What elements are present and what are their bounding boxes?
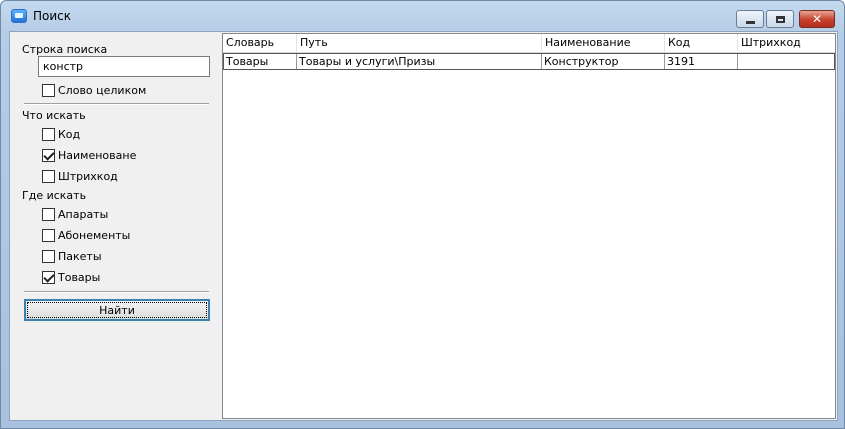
packages-label: Пакеты	[58, 249, 102, 263]
column-header-name[interactable]: Наименование	[542, 34, 665, 52]
barcode-checkbox[interactable]	[42, 169, 55, 183]
search-panel: Строка поиска Слово целиком Что искать К…	[10, 32, 220, 420]
whole-word-label: Слово целиком	[58, 83, 147, 97]
minimize-icon	[745, 20, 755, 24]
column-header-path[interactable]: Путь	[297, 34, 542, 52]
close-button[interactable]: ✕	[799, 10, 835, 28]
divider	[24, 291, 209, 293]
goods-label: Товары	[58, 270, 101, 284]
where-option-devices[interactable]: Апараты	[42, 206, 108, 222]
whole-word-checkbox[interactable]	[42, 83, 55, 97]
devices-checkbox[interactable]	[42, 207, 55, 221]
column-header-code[interactable]: Код	[665, 34, 738, 52]
search-input[interactable]	[38, 56, 210, 77]
devices-label: Апараты	[58, 207, 109, 221]
code-label: Код	[58, 127, 81, 141]
column-header-barcode[interactable]: Штрихкод	[738, 34, 835, 52]
cell-code: 3191	[665, 54, 738, 69]
goods-checkbox[interactable]	[42, 270, 55, 284]
what-option-barcode[interactable]: Штрихкод	[42, 168, 118, 184]
find-button[interactable]: Найти	[24, 299, 210, 321]
name-checkbox[interactable]	[42, 148, 55, 162]
subscriptions-label: Абонементы	[58, 228, 131, 242]
cell-barcode	[738, 54, 834, 69]
minimize-button[interactable]	[736, 10, 764, 28]
grid-header: Словарь Путь Наименование Код Штрихкод	[223, 34, 835, 53]
title-bar[interactable]: Поиск ✕	[1, 1, 844, 31]
what-heading: Что искать	[22, 109, 86, 122]
divider	[24, 103, 209, 105]
where-option-packages[interactable]: Пакеты	[42, 248, 102, 264]
search-window: Поиск ✕ Строка поиска Слово целиком Что …	[0, 0, 845, 429]
barcode-label: Штрихкод	[58, 169, 118, 183]
subscriptions-checkbox[interactable]	[42, 228, 55, 242]
code-checkbox[interactable]	[42, 127, 55, 141]
search-label: Строка поиска	[22, 43, 108, 56]
app-icon	[11, 9, 27, 23]
where-option-subscriptions[interactable]: Абонементы	[42, 227, 130, 243]
where-heading: Где искать	[22, 189, 87, 202]
packages-checkbox[interactable]	[42, 249, 55, 263]
what-option-code[interactable]: Код	[42, 126, 80, 142]
cell-path: Товары и услуги\Призы	[297, 54, 542, 69]
what-option-name[interactable]: Наименоване	[42, 147, 136, 163]
table-row[interactable]: Товары Товары и услуги\Призы Конструктор…	[223, 53, 835, 70]
maximize-button[interactable]	[766, 10, 794, 28]
cell-name: Конструктор	[542, 54, 665, 69]
column-header-dictionary[interactable]: Словарь	[223, 34, 297, 52]
whole-word-option[interactable]: Слово целиком	[42, 82, 146, 98]
close-icon: ✕	[811, 12, 823, 26]
cell-dictionary: Товары	[224, 54, 297, 69]
where-option-goods[interactable]: Товары	[42, 269, 100, 285]
client-area: Строка поиска Слово целиком Что искать К…	[9, 31, 838, 421]
name-label: Наименоване	[58, 148, 137, 162]
results-grid[interactable]: Словарь Путь Наименование Код Штрихкод Т…	[222, 33, 836, 419]
maximize-icon	[775, 15, 785, 23]
window-title: Поиск	[33, 9, 72, 23]
